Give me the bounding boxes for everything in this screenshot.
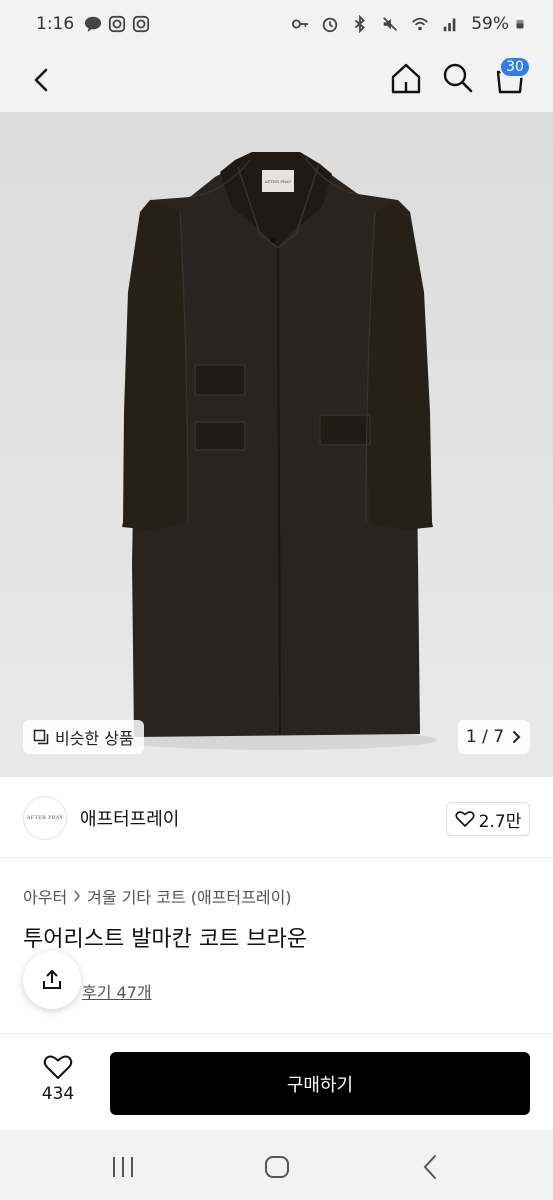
instagram-icon: [109, 15, 126, 33]
key-icon: [292, 19, 309, 29]
back-button[interactable]: [24, 62, 60, 98]
wifi-icon: [412, 17, 429, 31]
breadcrumb-item[interactable]: 겨울 기타 코트 (애프터프레이): [87, 884, 291, 908]
home-button[interactable]: [388, 60, 424, 96]
heart-icon: [455, 811, 475, 827]
battery-icon: [516, 20, 524, 29]
product-title: 투어리스트 발마칸 코트 브라운: [23, 927, 308, 952]
battery-level: 59%: [471, 14, 509, 34]
brand-row: AFTER PRAY 애프터프레이 2.7만: [0, 778, 553, 858]
recent-apps-button[interactable]: [108, 1152, 138, 1182]
page-indicator-text: 1 / 7: [465, 727, 505, 747]
similar-products-label: 비슷한 상품: [55, 729, 134, 748]
copy-icon: [33, 729, 49, 745]
alarm-icon: [323, 17, 338, 33]
review-link[interactable]: 후기 47개: [82, 979, 152, 1003]
purchase-bar: 434 구매하기: [0, 1033, 553, 1130]
status-time: 1:16: [36, 14, 75, 34]
back-nav-button[interactable]: [416, 1152, 446, 1182]
image-page-indicator[interactable]: 1 / 7: [458, 720, 530, 754]
talk-notification-icon: [85, 16, 102, 33]
brand-logo[interactable]: AFTER PRAY: [23, 796, 67, 840]
coat-label-text: AFTER PRAY: [264, 179, 292, 184]
mute-icon: [383, 17, 398, 31]
breadcrumb: 아우터 겨울 기타 코트 (애프터프레이): [23, 884, 292, 908]
app-bar: 30: [0, 48, 553, 112]
brand-logo-text: AFTER PRAY: [26, 815, 64, 821]
status-bar: 1:16 59%: [0, 0, 553, 48]
similar-products-button[interactable]: 비슷한 상품: [23, 720, 144, 754]
bluetooth-icon: [355, 15, 366, 33]
share-button[interactable]: [23, 951, 81, 1009]
share-icon: [43, 970, 61, 989]
brand-like-button[interactable]: 2.7만: [446, 802, 530, 836]
buy-button[interactable]: 구매하기: [110, 1052, 530, 1115]
chevron-right-icon: [74, 890, 81, 902]
brand-name[interactable]: 애프터프레이: [80, 805, 179, 831]
cart-count-badge: 30: [499, 56, 531, 78]
signal-icon: [443, 18, 456, 32]
search-button[interactable]: [440, 60, 476, 96]
product-image[interactable]: AFTER PRAY: [0, 112, 553, 777]
status-right: 59%: [291, 14, 531, 34]
wishlist-count: 434: [41, 1084, 75, 1104]
wishlist-button[interactable]: 434: [24, 1054, 92, 1114]
chevron-right-icon: [513, 731, 521, 743]
breadcrumb-item[interactable]: 아우터: [23, 884, 67, 908]
coat-image: AFTER PRAY: [117, 152, 437, 750]
heart-icon: [43, 1055, 73, 1079]
system-nav-bar: [0, 1130, 553, 1200]
brand-like-count: 2.7만: [478, 811, 522, 832]
instagram-icon-2: [133, 15, 150, 33]
home-nav-button[interactable]: [262, 1152, 292, 1182]
